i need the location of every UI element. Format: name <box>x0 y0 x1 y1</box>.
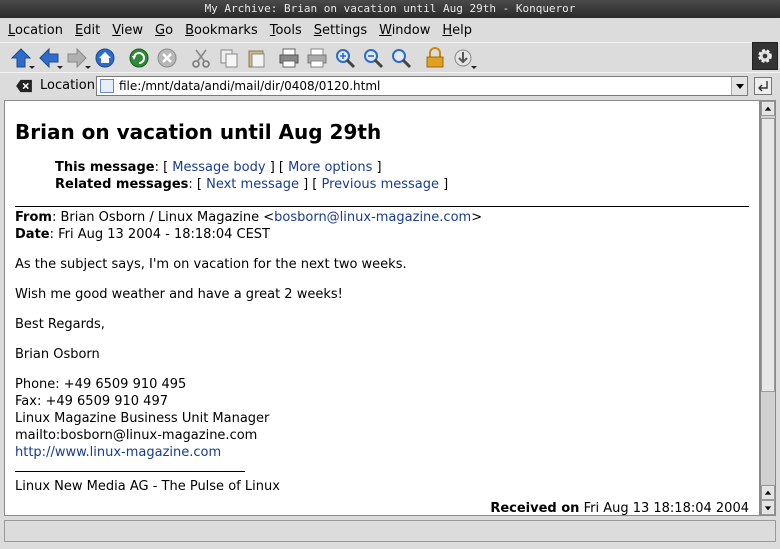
menu-help[interactable]: Help <box>436 23 478 38</box>
body-paragraph: Brian Osborn <box>15 347 100 362</box>
find-icon <box>391 48 411 68</box>
home-icon <box>95 48 114 67</box>
security-button[interactable] <box>422 45 447 71</box>
this-message-row: This message: [ Message body ] [ More op… <box>55 160 382 175</box>
gear-icon <box>758 49 772 63</box>
menu-go[interactable]: Go <box>149 23 179 38</box>
zoom-in-button[interactable] <box>332 45 357 71</box>
menu-bookmarks[interactable]: Bookmarks <box>179 23 264 38</box>
download-button[interactable] <box>450 45 477 71</box>
from-email-link[interactable]: bosborn@linux-magazine.com <box>274 210 471 225</box>
print-button[interactable] <box>276 45 301 71</box>
zoom-out-icon <box>363 48 383 68</box>
signature-block: Phone: +49 6509 910 495 Fax: +49 6509 91… <box>15 376 749 461</box>
stop-button[interactable] <box>154 45 179 71</box>
scroll-down-button[interactable] <box>761 500 775 515</box>
chevron-down-icon <box>764 505 772 510</box>
received-line: Received on Fri Aug 13 18:18:04 2004 <box>490 501 749 516</box>
back-button[interactable] <box>36 45 63 71</box>
menu-tools[interactable]: Tools <box>264 23 308 38</box>
print-frame-icon <box>307 48 326 67</box>
header-divider <box>15 206 749 207</box>
home-button[interactable] <box>92 45 117 71</box>
forward-button[interactable] <box>64 45 91 71</box>
menu-bar: Location Edit View Go Bookmarks Tools Se… <box>0 18 780 42</box>
cut-button[interactable] <box>188 45 213 71</box>
vertical-scrollbar[interactable] <box>760 100 776 516</box>
print-icon <box>279 48 298 67</box>
window-title-bar: My Archive: Brian on vacation until Aug … <box>0 0 780 18</box>
scroll-up-button[interactable] <box>761 101 775 116</box>
mailto-line: mailto:bosborn@linux-magazine.com <box>15 428 258 443</box>
menu-edit[interactable]: Edit <box>69 23 106 38</box>
konqueror-throbber[interactable] <box>752 42 778 70</box>
up-button[interactable] <box>8 45 35 71</box>
message-page: Brian on vacation until Aug 29th This me… <box>5 101 759 516</box>
location-label: Location: <box>40 78 100 93</box>
paste-icon <box>248 50 264 67</box>
more-options-link[interactable]: More options <box>288 160 372 175</box>
from-line: From: Brian Osborn / Linux Magazine <bos… <box>15 210 483 225</box>
location-history-dropdown[interactable] <box>731 77 747 95</box>
body-paragraph: Best Regards, <box>15 317 105 332</box>
body-paragraph: Wish me good weather and have a great 2 … <box>15 287 343 302</box>
status-bar <box>4 520 776 542</box>
footer-tagline: Linux New Media AG - The Pulse of Linux <box>15 479 280 494</box>
print-frame-button[interactable] <box>304 45 329 71</box>
copy-button[interactable] <box>216 45 241 71</box>
go-icon <box>758 81 768 92</box>
chevron-up-icon <box>764 490 772 495</box>
scrollbar-thumb[interactable] <box>761 118 775 392</box>
security-lock-icon <box>426 46 443 67</box>
next-message-link[interactable]: Next message <box>206 177 299 192</box>
menu-location[interactable]: Location <box>2 23 69 38</box>
menu-view[interactable]: View <box>106 23 149 38</box>
location-toolbar: Location: file:/mnt/data/andi/mail/dir/0… <box>0 72 780 98</box>
reload-icon <box>129 48 148 67</box>
stop-icon <box>157 48 176 67</box>
message-body-link[interactable]: Message body <box>172 160 265 175</box>
fax-line: Fax: +49 6509 910 497 <box>15 394 168 409</box>
menu-settings[interactable]: Settings <box>308 23 373 38</box>
chevron-up-icon <box>764 106 772 111</box>
page-viewport: Brian on vacation until Aug 29th This me… <box>4 100 760 516</box>
body-paragraph: As the subject says, I'm on vacation for… <box>15 257 407 272</box>
location-url: file:/mnt/data/andi/mail/dir/0408/0120.h… <box>119 79 381 93</box>
related-messages-row: Related messages: [ Next message ] [ Pre… <box>55 177 449 192</box>
scroll-up-button-lower[interactable] <box>761 485 775 500</box>
cut-icon <box>191 49 210 68</box>
page-favicon <box>100 79 114 93</box>
message-navigation: This message: [ Message body ] [ More op… <box>55 159 749 193</box>
phone-line: Phone: +49 6509 910 495 <box>15 377 187 392</box>
chevron-down-icon <box>735 83 744 89</box>
signature-divider <box>15 471 245 472</box>
zoom-out-button[interactable] <box>360 45 385 71</box>
menu-window[interactable]: Window <box>373 23 436 38</box>
paste-button[interactable] <box>244 45 269 71</box>
role-line: Linux Magazine Business Unit Manager <box>15 411 270 426</box>
clear-location-button[interactable] <box>14 77 34 95</box>
website-link[interactable]: http://www.linux-magazine.com <box>15 445 221 460</box>
clear-location-icon <box>16 79 32 92</box>
go-button[interactable] <box>754 77 772 95</box>
zoom-in-icon <box>335 48 355 68</box>
find-button[interactable] <box>388 45 413 71</box>
date-line: Date: Fri Aug 13 2004 - 18:18:04 CEST <box>15 227 270 242</box>
page-title: Brian on vacation until Aug 29th <box>15 120 382 144</box>
location-input[interactable]: file:/mnt/data/andi/mail/dir/0408/0120.h… <box>96 76 748 96</box>
window-title: My Archive: Brian on vacation until Aug … <box>204 2 576 15</box>
main-toolbar <box>0 42 780 72</box>
copy-icon <box>220 49 237 67</box>
previous-message-link[interactable]: Previous message <box>322 177 440 192</box>
reload-button[interactable] <box>126 45 151 71</box>
